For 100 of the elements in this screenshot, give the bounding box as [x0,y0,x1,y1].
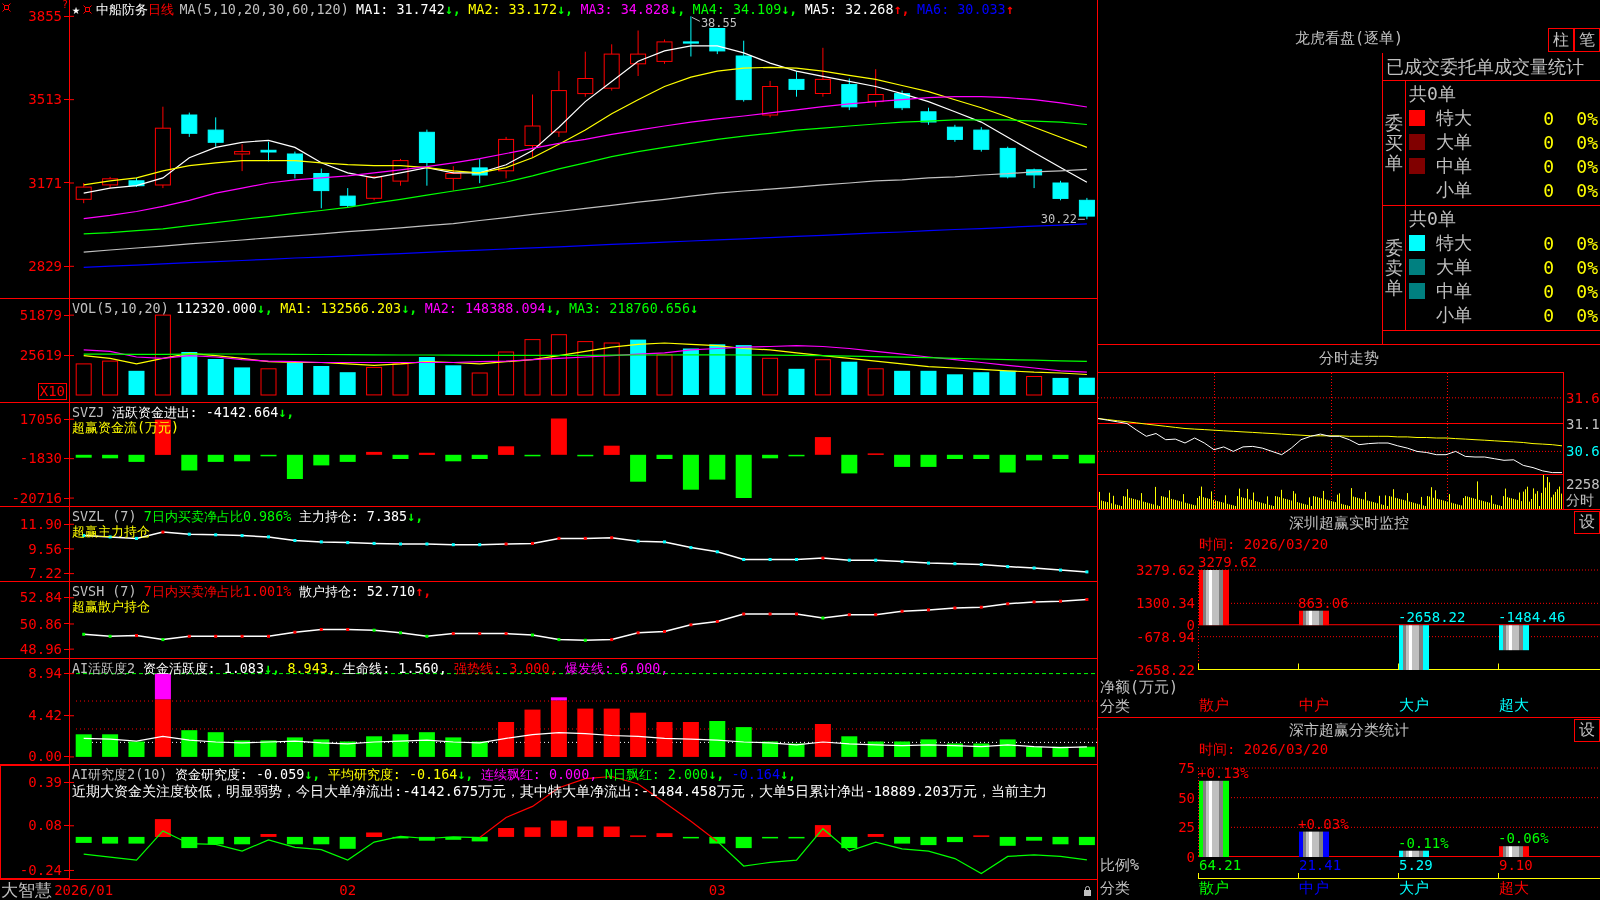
chart-type-button[interactable]: 笔 [1574,28,1600,52]
order-share: 0% [1576,232,1598,254]
volume-unit-label: 分时 [1566,492,1594,508]
candle [577,51,594,98]
change-label: +0.03% [1298,815,1349,832]
trend-arrow: ↓, [256,301,273,316]
candle [498,136,515,179]
trend-arrow: ↓, [545,301,562,316]
order-count: 0 [1543,179,1554,201]
data-label: 5.29 [1399,857,1433,873]
indicator-name: MA(5,10,20,30,60,120) [179,2,349,17]
axis-tick-label: -0.24 [19,863,62,878]
table-title: 已成交委托单成交量统计 [1386,54,1584,79]
group-label: 委卖单 [1385,238,1403,298]
net-flow-bar [1299,610,1329,626]
panel-title: 龙虎看盘(逐单) [1294,29,1404,47]
axis-tick-label: 3279.62 [1136,562,1195,578]
indicator-name: AI研究度2(10) [72,767,168,782]
data-label: 9.10 [1499,857,1533,873]
order-share: 0% [1576,131,1598,153]
indicator-value: MA2: 33.172 [468,2,557,17]
axis-tick-label: 25 [1178,819,1195,836]
panel-title: 深市超赢分类统计 [1289,720,1409,740]
candle [234,143,251,172]
indicator-value: 活跃资金进出: -4142.664 [111,405,279,420]
order-size-label: 特大 [1436,106,1472,130]
trend-arrow: ↑, [415,584,432,599]
indicator-name: SVSH (7) [72,584,137,599]
settings-button[interactable]: 设 [1574,511,1600,534]
order-count: 0 [1543,256,1554,278]
order-count: 0 [1543,280,1554,302]
timestamp-label: 时间: 2026/03/20 [1199,741,1329,759]
category-label: 中户 [1299,879,1329,898]
candle [392,158,409,187]
order-share: 0% [1576,280,1598,302]
chart-type-button[interactable]: 柱 [1548,28,1574,52]
category-label: 中户 [1299,696,1329,715]
trend-arrow: ↓, [669,2,686,17]
order-size-label: 小单 [1436,178,1472,202]
axis-tick-label: 52.84 [19,590,62,606]
axis-tick-label: 7.22 [28,566,62,582]
panel-title: 深圳超赢实时监控 [1289,513,1409,533]
share-bar [1399,850,1429,857]
axis-title: 比例% [1099,855,1140,875]
indicator-value: 连续飘红: 0.000, [480,767,598,782]
category-label: 超大 [1499,879,1529,898]
candle [366,175,383,201]
indicator-value: 资金活跃度: 1.083 [142,661,264,676]
trend-arrow: ↓, [457,767,474,782]
order-size-label: 中单 [1436,154,1472,178]
order-size-label: 特大 [1436,231,1472,255]
indicator-value: 7日内买卖净占比1.001% [143,584,292,599]
net-flow-bar [1199,570,1229,626]
indicator-value: 生命线: 1.560, [343,661,447,676]
candle [1078,197,1095,220]
candle [630,30,647,77]
order-total: 共0单 [1409,81,1456,106]
axis-tick-label: 0.39 [28,775,62,790]
order-size-label: 小单 [1436,303,1472,327]
candle [313,168,330,209]
trend-arrow: ↓, [781,2,798,17]
candle [471,158,488,184]
order-share: 0% [1576,155,1598,177]
order-share: 0% [1576,107,1598,129]
trend-arrow: ↓, [708,767,725,782]
order-share: 0% [1576,179,1598,201]
order-share: 0% [1576,256,1598,278]
indicator-value: 散户持仓: 52.710 [298,584,416,599]
candle [339,187,356,209]
indicator-value: MA3: 34.828 [580,2,670,17]
trend-arrow: ↓, [407,509,424,524]
axis-tick-label: 17056 [19,411,62,427]
indicator-name: VOL(5,10,20) [72,301,169,316]
order-size-label: 中单 [1436,279,1472,303]
axis-tick-label: 50 [1178,789,1195,806]
order-size-label: 大单 [1436,255,1472,279]
lock-icon [1083,884,1092,896]
indicator-name: SVZJ [72,405,105,420]
indicator-value: MA2: 148388.094 [424,301,546,316]
category-label: 散户 [1199,879,1229,898]
axis-tick-label: 2829 [28,258,62,274]
indicator-value: 112320.000 [176,301,257,316]
square-mark-icon [2,3,11,12]
settings-button[interactable]: 设 [1574,719,1600,742]
timestamp-label: 时间: 2026/03/20 [1199,536,1329,554]
volume-max-label: 2258 [1566,476,1600,492]
axis-tick-label: 0.08 [28,818,62,834]
indicator-value: MA3: 218760.656 [569,301,690,316]
trend-arrow: ↓, [556,2,574,17]
indicator-value: 强势线: 3.000, [454,661,558,676]
axis-tick-label: 3855 [28,8,62,24]
trend-arrow: ↓, [304,767,321,782]
candle [207,116,224,148]
date-axis-label: 2026/01 [54,881,114,900]
trend-arrow: ↓, [444,2,461,17]
candle [445,165,462,191]
axis-tick-label: 1300.34 [1136,595,1195,612]
order-count: 0 [1543,131,1554,153]
axis-unit-label: X10 [37,383,67,400]
axis-tick-label: 3171 [28,175,62,191]
